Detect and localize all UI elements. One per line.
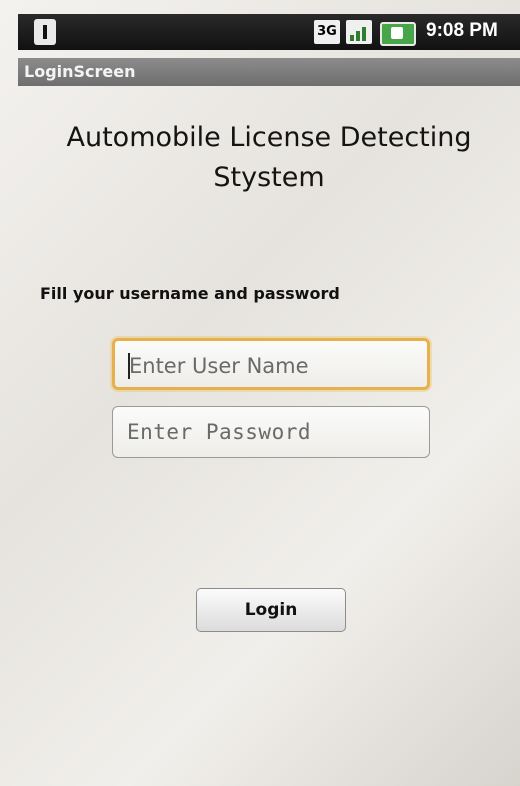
text-cursor bbox=[128, 353, 130, 379]
screen-title: LoginScreen bbox=[24, 62, 136, 81]
title-bar: LoginScreen bbox=[18, 58, 520, 86]
battery-charging-icon bbox=[380, 22, 416, 46]
signal-icon bbox=[346, 20, 372, 44]
app-title: Automobile License Detecting Stystem bbox=[66, 122, 472, 193]
instruction-label: Fill your username and password bbox=[40, 284, 340, 303]
password-input[interactable] bbox=[125, 408, 419, 456]
network-3g-icon: 3G bbox=[314, 20, 340, 44]
username-input[interactable] bbox=[127, 342, 421, 390]
status-time: 9:08 PM bbox=[426, 20, 498, 41]
phone-screen: 3G 9:08 PM LoginScreen Automobile Licens… bbox=[0, 0, 520, 786]
password-field-container[interactable] bbox=[112, 406, 430, 458]
status-bar: 3G 9:08 PM bbox=[18, 14, 520, 50]
login-button[interactable]: Login bbox=[196, 588, 346, 632]
username-field-container[interactable] bbox=[112, 338, 430, 390]
sd-card-icon bbox=[34, 19, 56, 45]
